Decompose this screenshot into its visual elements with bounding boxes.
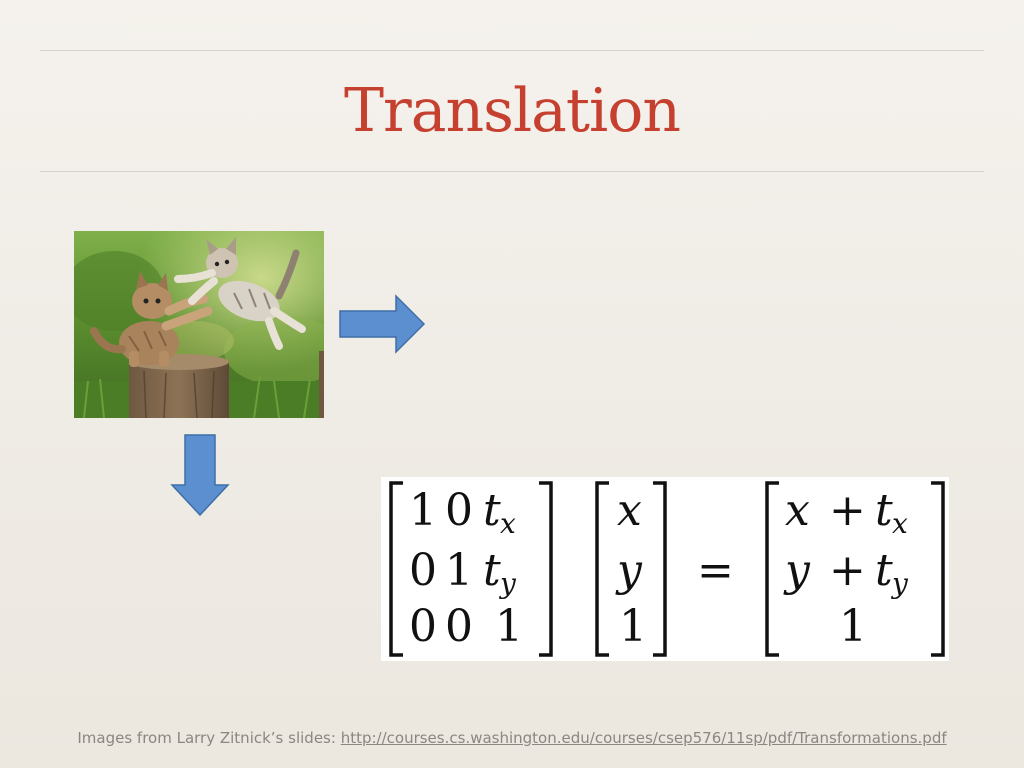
photo-image-icon [74, 231, 324, 418]
vector-x: x [617, 485, 642, 536]
matrix-cell-r3c1: 0 [409, 601, 437, 652]
matrix-cell-r3c3: 1 [495, 601, 523, 652]
matrix-cell-r2c2: 1 [445, 545, 473, 596]
equals-sign: = [697, 545, 734, 596]
arrow-down-icon [170, 434, 230, 517]
equation-svg: 1 0 t x 0 1 t y 0 0 1 x y 1 = x + t x y … [389, 481, 945, 657]
vector-one: 1 [619, 601, 647, 652]
vector-y: y [615, 545, 643, 596]
t-symbol: t [483, 545, 501, 596]
matrix-cell-r3c2: 0 [445, 601, 473, 652]
plus-sign: + [829, 545, 866, 596]
credit-text: Images from Larry Zitnick’s slides: [77, 729, 341, 747]
t-symbol: t [483, 485, 501, 536]
matrix-cell-r2c3: t y [483, 545, 517, 600]
x-subscript: x [500, 507, 516, 540]
matrix-cell-r1c3: t x [483, 485, 516, 540]
y-subscript: y [890, 567, 909, 600]
plus-sign: + [829, 485, 866, 536]
arrow-right-icon [339, 294, 426, 354]
source-link[interactable]: http://courses.cs.washington.edu/courses… [341, 729, 947, 747]
y-subscript: y [498, 567, 517, 600]
result-x-var: x [785, 485, 810, 536]
matrix-cell-r1c1: 1 [409, 485, 437, 536]
matrix-cell-r2c1: 0 [409, 545, 437, 596]
matrix-cell-r1c2: 0 [445, 485, 473, 536]
translation-matrix-equation: 1 0 t x 0 1 t y 0 0 1 x y 1 = x + t x y … [381, 477, 949, 661]
image-credit-footer: Images from Larry Zitnick’s slides: http… [0, 729, 1024, 747]
kittens-photo [74, 231, 324, 418]
result-y-plus-ty: y + t y [783, 545, 909, 600]
result-y-var: y [783, 545, 811, 596]
top-divider [40, 50, 984, 51]
result-x-plus-tx: x + t x [785, 485, 908, 540]
result-one: 1 [839, 601, 867, 652]
x-subscript: x [892, 507, 908, 540]
title-divider [40, 171, 984, 172]
slide-title: Translation [344, 76, 681, 146]
t-symbol: t [875, 485, 893, 536]
t-symbol: t [875, 545, 893, 596]
